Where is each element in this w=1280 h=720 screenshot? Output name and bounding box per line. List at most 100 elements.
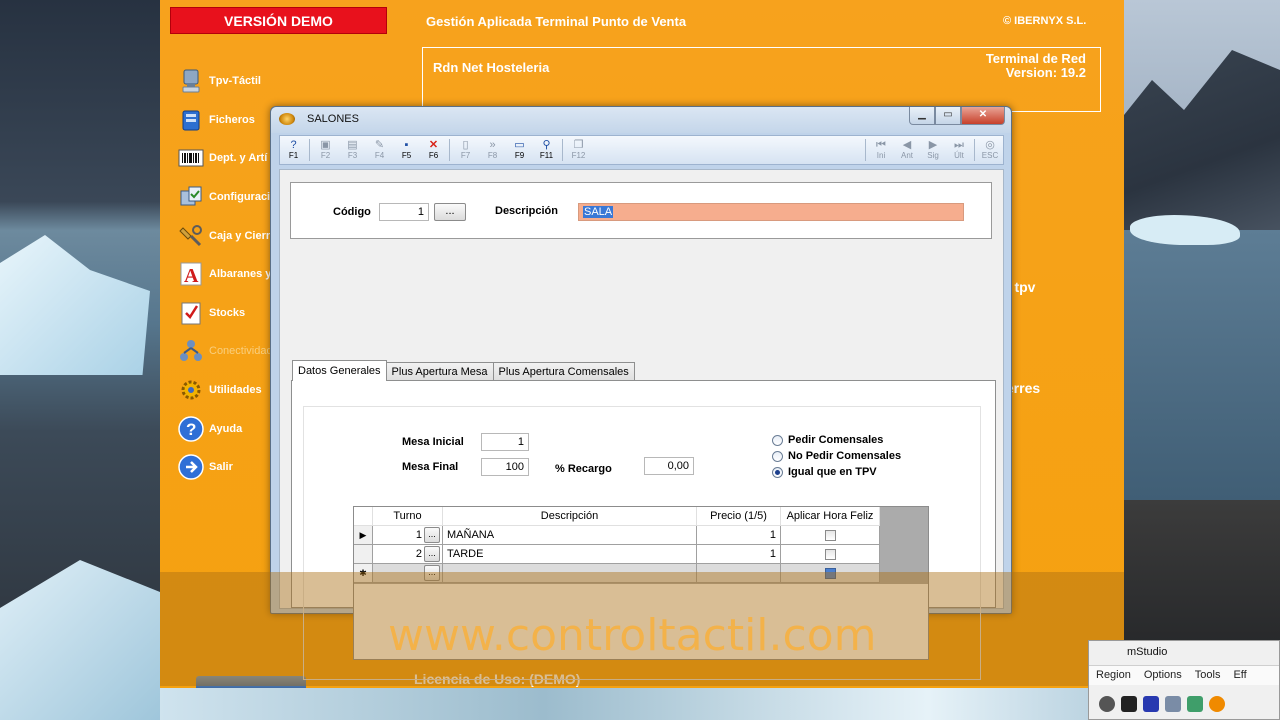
menu-tools[interactable]: Tools — [1188, 666, 1227, 685]
dialog-toolbar: ? F1 ▣ F2 ▤ F3 ✎ F4 ▪ F5 ✕ F6 ▯ F7 » F8 … — [279, 135, 1004, 165]
codigo-label: Código — [333, 206, 371, 218]
toolbar-label: F4 — [374, 151, 385, 160]
menu-item-label: Stocks — [209, 306, 246, 319]
escape-button[interactable]: ◎ ESC — [977, 136, 1003, 164]
tools-icon — [178, 223, 204, 249]
column-header-turno[interactable]: Turno — [373, 507, 443, 526]
radio-pedir-comensales[interactable]: Pedir Comensales — [772, 434, 883, 446]
tab-plus-apertura-mesa[interactable]: Plus Apertura Mesa — [385, 362, 494, 381]
toolbar-label: Ini — [876, 151, 886, 160]
menu-item-label: Caja y Cierr — [209, 229, 271, 242]
hora-feliz-checkbox[interactable] — [824, 548, 836, 560]
codigo-input[interactable] — [379, 203, 429, 221]
watermark-url: www.controltactil.com — [388, 610, 877, 661]
cell-lookup-button[interactable]: ... — [424, 527, 440, 543]
radio-label: No Pedir Comensales — [788, 450, 902, 462]
cell-precio[interactable]: 1 — [697, 526, 781, 545]
toolbar-f1-button[interactable]: ? F1 — [280, 136, 307, 164]
dialog-content: Código ... Descripción SALA Datos Genera… — [279, 169, 1004, 680]
printer-icon: ▭ — [514, 139, 525, 151]
radio-no-pedir-comensales[interactable]: No Pedir Comensales — [772, 450, 901, 462]
cube-icon[interactable] — [1187, 696, 1203, 712]
pause-icon[interactable] — [1121, 696, 1137, 712]
toolbar-f7-button[interactable]: ▯ F7 — [452, 136, 479, 164]
toolbar-f11-search-button[interactable]: ⚲ F11 — [533, 136, 560, 164]
menu-region[interactable]: Region — [1089, 666, 1137, 685]
toolbar-f2-button[interactable]: ▣ F2 — [312, 136, 339, 164]
toolbar-f3-button[interactable]: ▤ F3 — [339, 136, 366, 164]
toolbar-separator — [309, 139, 310, 161]
toolbar-label: F5 — [401, 151, 412, 160]
maximize-button[interactable]: ▭ — [935, 107, 961, 125]
table-row[interactable]: 2 ... TARDE 1 — [354, 545, 880, 564]
hora-feliz-checkbox[interactable] — [824, 529, 836, 541]
dialog-titlebar[interactable]: SALONES ▁ ▭ ✕ — [271, 107, 1011, 133]
close-button[interactable]: ✕ — [961, 107, 1005, 125]
monitor-icon — [178, 68, 204, 94]
cell-precio[interactable]: 1 — [697, 545, 781, 564]
recargo-input[interactable] — [644, 457, 694, 475]
salones-dialog: SALONES ▁ ▭ ✕ ? F1 ▣ F2 ▤ F3 ✎ F4 ▪ F5 ✕… — [270, 106, 1012, 680]
cell-turno[interactable]: 2 ... — [373, 545, 443, 564]
escape-icon: ◎ — [985, 139, 995, 151]
column-header-descripcion[interactable]: Descripción — [443, 507, 697, 526]
descripcion-label: Descripción — [495, 205, 558, 217]
column-header-precio[interactable]: Precio (1/5) — [697, 507, 781, 526]
minimize-button[interactable]: ▁ — [909, 107, 935, 125]
stop-icon[interactable] — [1143, 696, 1159, 712]
menu-effects[interactable]: Eff — [1226, 666, 1252, 685]
config-icon — [178, 184, 204, 210]
cell-hora-feliz[interactable] — [781, 526, 880, 545]
descripcion-input[interactable]: SALA — [578, 203, 964, 221]
grid-corner — [354, 507, 373, 526]
menu-item-label: Configuraci — [209, 191, 271, 204]
navigation-buttons: ⏮ Ini ◀ Ant ▶ Sig ⏭ Últ ◎ ESC — [863, 136, 1003, 164]
nav-next-button[interactable]: ▶ Sig — [920, 136, 946, 164]
toolbar-f4-button[interactable]: ✎ F4 — [366, 136, 393, 164]
svg-text:?: ? — [186, 420, 196, 439]
radio-button — [772, 434, 783, 446]
toolbar-f5-save-button[interactable]: ▪ F5 — [393, 136, 420, 164]
toolbar-f8-button[interactable]: » F8 — [479, 136, 506, 164]
toolbar-label: F9 — [514, 151, 525, 160]
descripcion-selected-text: SALA — [583, 206, 614, 218]
sun-icon[interactable] — [1209, 696, 1225, 712]
nav-previous-button[interactable]: ◀ Ant — [894, 136, 920, 164]
radio-igual-que-tpv[interactable]: Igual que en TPV — [772, 466, 877, 478]
menu-options[interactable]: Options — [1137, 666, 1188, 685]
next-icon: ▶ — [928, 139, 938, 151]
toolbar-f12-button[interactable]: ❐ F12 — [565, 136, 592, 164]
mesa-inicial-label: Mesa Inicial — [402, 436, 464, 448]
toolbar-f9-button[interactable]: ▭ F9 — [506, 136, 533, 164]
toolbar-label: F11 — [539, 151, 554, 160]
nav-first-button[interactable]: ⏮ Ini — [868, 136, 894, 164]
version-text: Version: 19.2 — [1005, 65, 1086, 80]
table-row[interactable]: ▶ 1 ... MAÑANA 1 — [354, 526, 880, 545]
cell-turno[interactable]: 1 ... — [373, 526, 443, 545]
menu-item-label: Dept. y Artí — [209, 152, 268, 165]
codigo-lookup-button[interactable]: ... — [434, 203, 466, 221]
toolbar-label: F8 — [487, 151, 498, 160]
product-name: Rdn Net Hosteleria — [433, 60, 550, 75]
record-icon[interactable] — [1099, 696, 1115, 712]
nav-last-button[interactable]: ⏭ Últ — [946, 136, 972, 164]
cell-hora-feliz[interactable] — [781, 545, 880, 564]
cell-descripcion[interactable]: MAÑANA — [443, 526, 697, 545]
cell-lookup-button[interactable]: ... — [424, 546, 440, 562]
tab-plus-apertura-comensales[interactable]: Plus Apertura Comensales — [492, 362, 635, 381]
folder-icon — [178, 107, 204, 133]
column-header-hora-feliz[interactable]: Aplicar Hora Feliz — [781, 507, 880, 526]
cell-descripcion[interactable]: TARDE — [443, 545, 697, 564]
layers-icon[interactable] — [1165, 696, 1181, 712]
mesa-final-input[interactable] — [481, 458, 529, 476]
recorder-window: mStudio Region Options Tools Eff — [1088, 640, 1280, 720]
toolbar-f6-delete-button[interactable]: ✕ F6 — [420, 136, 447, 164]
mesa-inicial-input[interactable] — [481, 433, 529, 451]
cell-turno-value: 1 — [415, 529, 422, 541]
toolbar-label: F1 — [288, 151, 299, 160]
menu-item-tpv-tactil[interactable]: Tpv-Táctil — [178, 62, 398, 101]
terminal-type: Terminal de Red — [985, 51, 1086, 66]
tab-datos-generales[interactable]: Datos Generales — [292, 360, 387, 381]
save-icon: ▪ — [404, 139, 409, 151]
toolbar-label: F7 — [460, 151, 471, 160]
